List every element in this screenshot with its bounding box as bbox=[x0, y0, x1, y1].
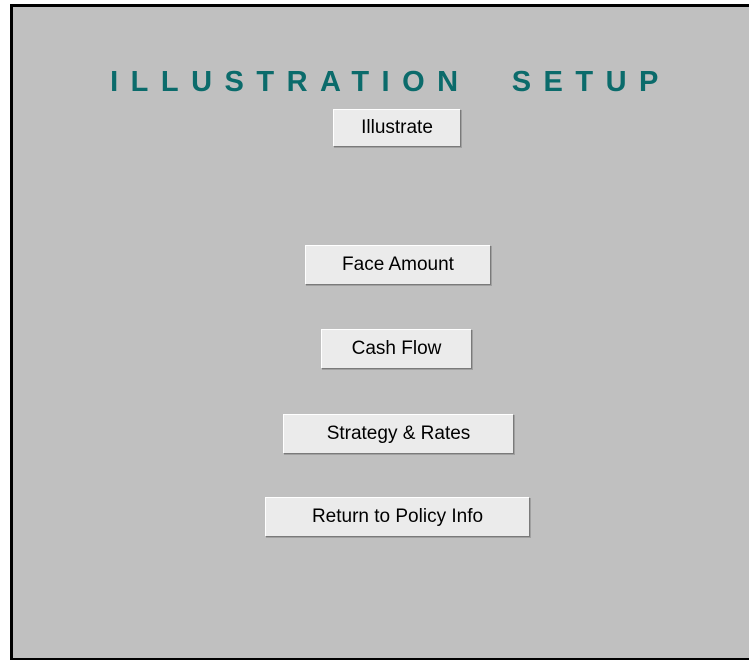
face-amount-button[interactable]: Face Amount bbox=[305, 245, 491, 285]
page-title: ILLUSTRATION SETUP bbox=[110, 66, 671, 98]
strategy-rates-button[interactable]: Strategy & Rates bbox=[283, 414, 514, 454]
setup-panel: ILLUSTRATION SETUP Illustrate Face Amoun… bbox=[10, 4, 749, 660]
return-to-policy-info-button[interactable]: Return to Policy Info bbox=[265, 497, 530, 537]
illustrate-button[interactable]: Illustrate bbox=[333, 109, 461, 147]
cash-flow-button[interactable]: Cash Flow bbox=[321, 329, 472, 369]
window-frame: ILLUSTRATION SETUP Illustrate Face Amoun… bbox=[0, 0, 749, 661]
